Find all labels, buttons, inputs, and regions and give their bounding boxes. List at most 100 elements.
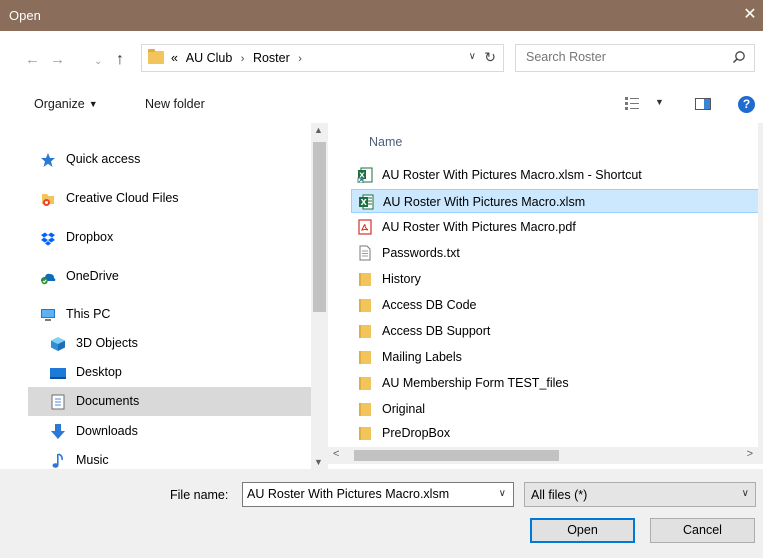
folder-item[interactable]: PreDropBox	[351, 421, 758, 445]
folder-item[interactable]: Original	[351, 397, 758, 421]
file-name: AU Roster With Pictures Macro.xlsm - Sho…	[382, 168, 642, 182]
open-button[interactable]: Open	[530, 518, 635, 543]
file-name: Passwords.txt	[382, 246, 460, 260]
nav-item-downloads[interactable]: Downloads	[28, 417, 311, 446]
folder-name: AU Membership Form TEST_files	[382, 376, 569, 390]
chevron-down-icon: ∨	[741, 488, 749, 499]
nav-item-onedrive[interactable]: OneDrive	[28, 262, 311, 291]
chevron-right-icon[interactable]: ›	[241, 53, 245, 65]
folder-item[interactable]: Access DB Code	[351, 293, 758, 317]
back-arrow-icon[interactable]: ←	[25, 52, 40, 68]
text-file-icon	[359, 245, 371, 261]
organize-button[interactable]: Organize ▼	[34, 97, 98, 111]
file-item[interactable]: X AU Roster With Pictures Macro.xlsm	[351, 189, 758, 213]
scrollbar-thumb[interactable]	[354, 450, 559, 461]
search-input[interactable]	[526, 50, 716, 64]
creative-cloud-icon	[42, 194, 54, 206]
file-name-label: File name:	[170, 488, 229, 502]
file-name-combobox[interactable]: ∨	[242, 482, 514, 507]
caret-down-icon: ▼	[88, 99, 98, 109]
column-header-name[interactable]: Name	[369, 135, 402, 149]
forward-arrow-icon[interactable]: →	[50, 52, 65, 68]
folder-icon	[359, 377, 371, 390]
nav-item-quick-access[interactable]: Quick access	[28, 145, 311, 174]
window-title: Open	[9, 8, 41, 23]
nav-item-label: Downloads	[76, 424, 138, 438]
folder-item[interactable]: Mailing Labels	[351, 345, 758, 369]
nav-item-desktop[interactable]: Desktop	[28, 358, 311, 387]
star-icon	[41, 153, 55, 167]
file-list-vertical-scrollbar[interactable]	[758, 123, 763, 447]
chevron-up-icon[interactable]: ▲	[314, 125, 323, 135]
chevron-down-icon[interactable]: ▼	[314, 457, 323, 467]
folder-icon	[359, 325, 371, 338]
chevron-left-icon[interactable]: <	[333, 448, 339, 460]
folder-name: History	[382, 272, 421, 286]
refresh-icon[interactable]: ↻	[484, 49, 496, 66]
address-bar[interactable]: « AU Club › Roster › ∨ ↻	[141, 44, 504, 72]
file-item[interactable]: Passwords.txt	[351, 241, 758, 265]
folder-item[interactable]: History	[351, 267, 758, 291]
close-icon[interactable]: ✕	[737, 0, 763, 31]
file-list[interactable]: Name X AU Roster With Pictures Macro.xls…	[328, 123, 758, 447]
folder-name: Access DB Support	[382, 324, 491, 338]
nav-item-creative-cloud-files[interactable]: Creative Cloud Files	[28, 184, 311, 213]
folder-name: Access DB Code	[382, 298, 477, 312]
navigation-scrollbar[interactable]: ▲ ▼	[311, 123, 328, 469]
nav-item-label: 3D Objects	[76, 336, 138, 350]
nav-item-this-pc[interactable]: This PC	[28, 300, 311, 329]
breadcrumb-au-club[interactable]: AU Club	[186, 51, 233, 65]
chevron-right-icon[interactable]: ›	[298, 53, 302, 65]
folder-name: Original	[382, 402, 426, 416]
folder-item[interactable]: Access DB Support	[351, 319, 758, 343]
nav-item-label: Creative Cloud Files	[66, 191, 179, 205]
documents-icon	[51, 394, 65, 410]
file-type-select[interactable]: All files (*) ∨	[524, 482, 756, 507]
breadcrumb-roster[interactable]: Roster	[253, 51, 290, 65]
folder-icon	[359, 299, 371, 312]
search-box[interactable]	[515, 44, 755, 72]
cancel-button[interactable]: Cancel	[650, 518, 755, 543]
file-type-value: All files (*)	[531, 488, 588, 502]
excel-shortcut-icon: X	[357, 167, 373, 183]
title-bar: Open ✕	[0, 0, 763, 31]
nav-item-music[interactable]: Music	[28, 446, 311, 469]
view-options-icon[interactable]	[625, 97, 639, 110]
dropbox-icon	[41, 232, 55, 246]
recent-locations-chevron-icon[interactable]: ⌄	[94, 54, 102, 70]
pdf-icon	[358, 219, 372, 235]
folder-icon	[359, 351, 371, 364]
up-arrow-icon[interactable]: ↑	[116, 52, 124, 68]
new-folder-button[interactable]: New folder	[145, 97, 205, 111]
file-item[interactable]: AU Roster With Pictures Macro.pdf	[351, 215, 758, 239]
file-item[interactable]: X AU Roster With Pictures Macro.xlsm - S…	[351, 163, 758, 187]
nav-item-dropbox[interactable]: Dropbox	[28, 223, 311, 252]
chevron-down-icon[interactable]: ∨	[469, 51, 476, 62]
caret-down-icon[interactable]: ▼	[655, 97, 664, 107]
folder-item[interactable]: AU Membership Form TEST_files	[351, 371, 758, 395]
folder-name: Mailing Labels	[382, 350, 462, 364]
file-list-horizontal-scrollbar[interactable]: < >	[328, 447, 763, 464]
chevron-right-icon[interactable]: >	[747, 448, 753, 460]
nav-item-label: Music	[76, 453, 109, 467]
chevron-down-icon[interactable]: ∨	[499, 488, 506, 499]
folder-name: PreDropBox	[382, 426, 451, 440]
onedrive-icon	[41, 273, 56, 285]
preview-pane-icon[interactable]	[695, 98, 711, 110]
breadcrumb-overflow[interactable]: «	[171, 51, 178, 65]
music-note-icon	[52, 453, 63, 468]
download-arrow-icon	[51, 424, 65, 439]
nav-item-documents[interactable]: Documents	[28, 387, 311, 416]
search-icon[interactable]	[732, 50, 746, 64]
command-bar: Organize ▼ New folder ▼ ?	[0, 87, 763, 123]
file-name-input[interactable]	[247, 487, 487, 501]
scrollbar-thumb[interactable]	[313, 142, 326, 312]
nav-item-label: This PC	[66, 307, 111, 321]
file-name: AU Roster With Pictures Macro.pdf	[382, 220, 576, 234]
nav-item-3d-objects[interactable]: 3D Objects	[28, 329, 311, 358]
desktop-icon	[50, 368, 66, 379]
help-icon[interactable]: ?	[738, 96, 755, 113]
navigation-pane[interactable]: Quick access Creative Cloud Files Dropbo…	[0, 123, 311, 469]
folder-icon	[148, 49, 164, 64]
folder-icon	[359, 273, 371, 286]
